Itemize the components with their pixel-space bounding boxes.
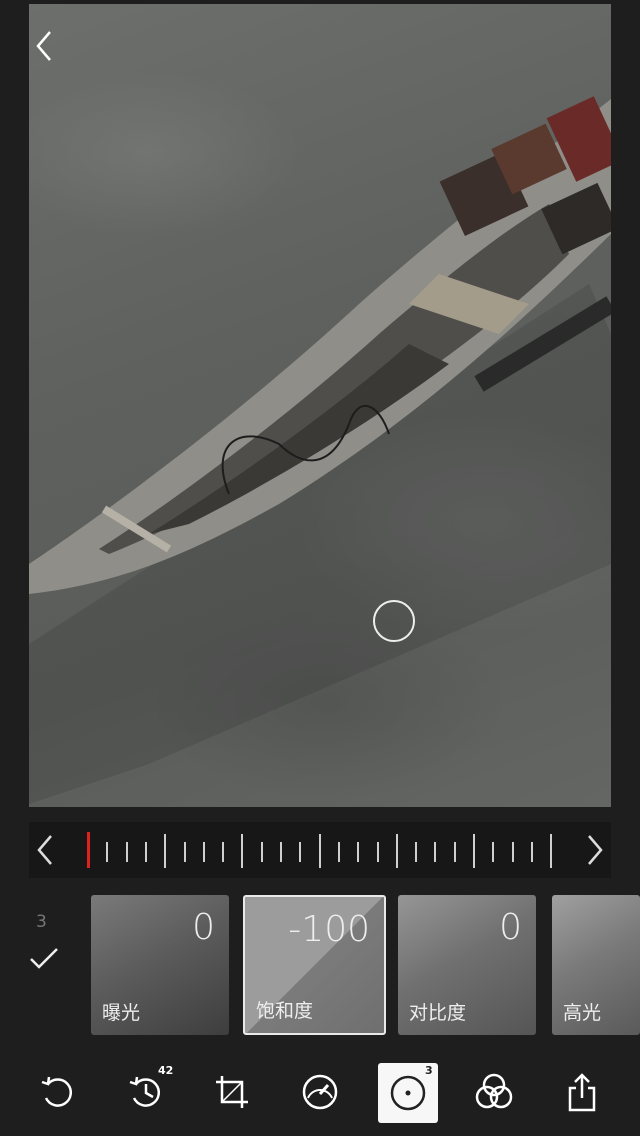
tool-label: 饱和度 — [256, 1000, 314, 1022]
tool-value: -100 — [288, 909, 370, 950]
crop-icon — [216, 1076, 248, 1108]
checkmark-icon — [30, 948, 58, 969]
tool-label: 对比度 — [409, 1002, 467, 1024]
tool-highlights[interactable]: 高光 — [552, 895, 640, 1035]
slider-tick — [453, 842, 456, 862]
selective-badge: 3 — [425, 1064, 433, 1077]
history-icon — [129, 1076, 161, 1107]
selective-adjust-button[interactable]: 3 — [378, 1063, 438, 1123]
tool-saturation[interactable]: -100 饱和度 — [243, 895, 386, 1035]
slider-tick — [434, 842, 437, 862]
tune-button[interactable] — [292, 1064, 348, 1120]
tool-exposure[interactable]: 0 曝光 — [91, 895, 229, 1035]
history-button[interactable]: 42 — [118, 1064, 174, 1120]
tune-dial-icon — [302, 1074, 338, 1110]
slider-ruler[interactable] — [87, 832, 557, 868]
tool-label: 高光 — [563, 1002, 602, 1024]
crop-button[interactable] — [204, 1064, 260, 1120]
tool-contrast[interactable]: 0 对比度 — [398, 895, 536, 1035]
filters-button[interactable] — [466, 1064, 522, 1120]
slider-tick — [530, 842, 533, 862]
photo-canvas[interactable] — [29, 4, 611, 807]
history-badge: 42 — [158, 1064, 174, 1077]
slider-tick — [299, 842, 302, 862]
filters-icon — [475, 1073, 513, 1109]
slider-tick — [183, 842, 186, 862]
slider-increase-button[interactable] — [583, 834, 607, 866]
slider-decrease-button[interactable] — [33, 834, 57, 866]
slider-tick — [318, 834, 321, 868]
slider-tick — [395, 834, 398, 868]
selective-adjust-icon — [390, 1075, 426, 1111]
back-button[interactable] — [30, 28, 60, 64]
slider-tick — [241, 834, 244, 868]
left-panel: 3 — [0, 892, 88, 1037]
adjustment-slider[interactable] — [29, 822, 611, 878]
tool-value: 0 — [192, 907, 215, 948]
slider-tick — [144, 842, 147, 862]
slider-tick — [415, 842, 418, 862]
slider-tick — [337, 842, 340, 862]
slider-tick — [260, 842, 263, 862]
slider-tick — [511, 842, 514, 862]
slider-tick — [202, 842, 205, 862]
slider-tick — [125, 842, 128, 862]
chevron-right-icon — [588, 835, 603, 865]
tool-label: 曝光 — [102, 1002, 141, 1024]
canoe-photo — [29, 96, 611, 804]
slider-tick — [106, 842, 109, 862]
undo-icon — [41, 1076, 73, 1107]
undo-button[interactable] — [30, 1064, 86, 1120]
slider-tick — [164, 834, 167, 868]
slider-tick — [492, 842, 495, 862]
slider-tick — [222, 842, 225, 862]
share-icon — [568, 1073, 596, 1112]
adjustment-count: 3 — [36, 912, 47, 932]
bottom-toolbar: 42 3 — [0, 1050, 640, 1136]
tool-value: 0 — [499, 907, 522, 948]
slider-tick — [473, 834, 475, 868]
share-button[interactable] — [554, 1064, 610, 1120]
chevron-left-icon — [37, 835, 52, 865]
slider-tick — [357, 842, 360, 862]
confirm-button[interactable] — [28, 944, 60, 972]
slider-position-marker[interactable] — [87, 832, 90, 868]
slider-tick — [550, 834, 553, 868]
selective-point-marker[interactable] — [373, 600, 415, 642]
chevron-left-icon — [36, 31, 51, 61]
slider-tick — [376, 842, 379, 862]
slider-tick — [280, 842, 282, 862]
